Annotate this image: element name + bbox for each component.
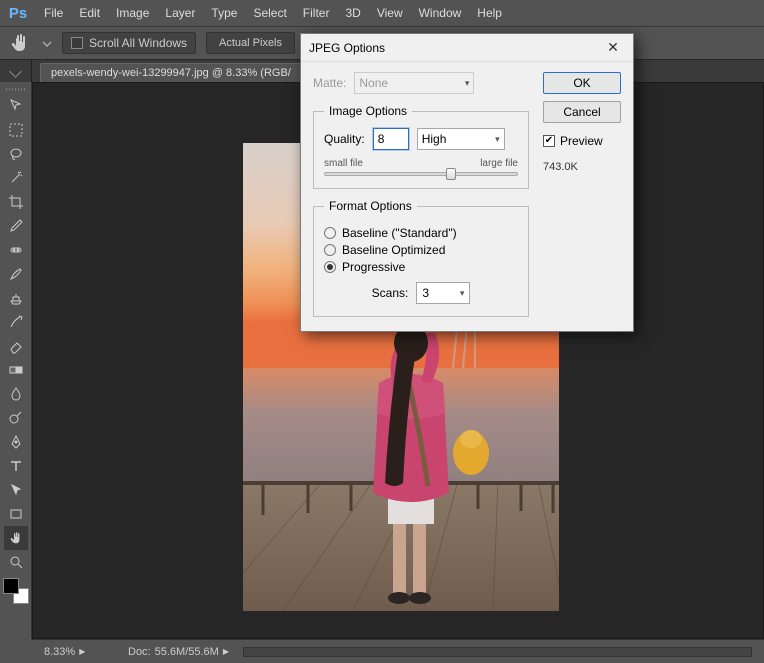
brush-tool-icon[interactable]: [4, 262, 28, 286]
menu-window[interactable]: Window: [419, 6, 462, 20]
quality-label: Quality:: [324, 132, 365, 146]
color-swatches[interactable]: [3, 578, 29, 604]
document-tab[interactable]: pexels-wendy-wei-13299947.jpg @ 8.33% (R…: [40, 63, 306, 82]
format-options-legend: Format Options: [324, 199, 417, 213]
tool-preset-dropdown-icon[interactable]: [42, 38, 52, 48]
zoom-dropdown-icon[interactable]: ▶: [79, 647, 85, 656]
image-options-group: Image Options Quality: High ▾ small file…: [313, 104, 529, 189]
close-icon[interactable]: ✕: [601, 36, 625, 60]
quality-preset-value: High: [422, 132, 447, 146]
radio-baseline-standard-label: Baseline ("Standard"): [342, 226, 457, 240]
quality-value-field[interactable]: [378, 132, 404, 146]
rectangle-tool-icon[interactable]: [4, 502, 28, 526]
document-size[interactable]: Doc: 55.6M/55.6M ▶: [128, 646, 229, 658]
pen-tool-icon[interactable]: [4, 430, 28, 454]
foreground-color-swatch[interactable]: [3, 578, 19, 594]
app-logo-icon: Ps: [8, 3, 28, 23]
doc-value: 55.6M/55.6M: [155, 646, 219, 658]
panel-grip-icon[interactable]: [2, 86, 30, 92]
tools-panel: [0, 82, 32, 639]
document-tab-label: pexels-wendy-wei-13299947.jpg @ 8.33% (R…: [51, 67, 291, 79]
slider-thumb-icon[interactable]: [446, 168, 456, 180]
menu-type[interactable]: Type: [211, 6, 237, 20]
image-options-legend: Image Options: [324, 104, 412, 118]
healing-brush-tool-icon[interactable]: [4, 238, 28, 262]
magic-wand-tool-icon[interactable]: [4, 166, 28, 190]
matte-dropdown: None ▾: [354, 72, 474, 94]
menu-filter[interactable]: Filter: [303, 6, 330, 20]
filesize-readout: 743.0K: [543, 161, 621, 173]
slider-small-label: small file: [324, 158, 363, 169]
chevron-down-icon: ▾: [460, 288, 465, 299]
scans-label: Scans:: [372, 286, 409, 300]
eraser-tool-icon[interactable]: [4, 334, 28, 358]
quality-slider[interactable]: [324, 172, 518, 176]
radio-progressive[interactable]: Progressive: [324, 260, 518, 274]
scroll-all-windows-label: Scroll All Windows: [89, 36, 187, 50]
preview-checkbox[interactable]: ✔ Preview: [543, 134, 621, 148]
cancel-button[interactable]: Cancel: [543, 101, 621, 123]
gradient-tool-icon[interactable]: [4, 358, 28, 382]
matte-label: Matte:: [313, 76, 346, 90]
clone-stamp-tool-icon[interactable]: [4, 286, 28, 310]
eyedropper-tool-icon[interactable]: [4, 214, 28, 238]
scans-dropdown[interactable]: 3 ▾: [416, 282, 470, 304]
menu-3d[interactable]: 3D: [345, 6, 360, 20]
jpeg-options-dialog: JPEG Options ✕ Matte: None ▾ Image Optio…: [300, 33, 634, 332]
status-strip: [243, 647, 752, 657]
marquee-tool-icon[interactable]: [4, 118, 28, 142]
radio-icon: [324, 244, 336, 256]
move-tool-icon[interactable]: [4, 94, 28, 118]
radio-baseline-optimized-label: Baseline Optimized: [342, 243, 445, 257]
lasso-tool-icon[interactable]: [4, 142, 28, 166]
menu-view[interactable]: View: [377, 6, 403, 20]
history-brush-tool-icon[interactable]: [4, 310, 28, 334]
zoom-value: 8.33%: [44, 646, 75, 658]
actual-pixels-button[interactable]: Actual Pixels: [206, 32, 295, 54]
dialog-titlebar[interactable]: JPEG Options ✕: [301, 34, 633, 62]
scans-value: 3: [422, 286, 429, 300]
slider-large-label: large file: [480, 158, 518, 169]
ok-button[interactable]: OK: [543, 72, 621, 94]
scroll-all-windows-checkbox[interactable]: Scroll All Windows: [62, 32, 196, 54]
dodge-tool-icon[interactable]: [4, 406, 28, 430]
checkbox-box-icon: [71, 37, 83, 49]
type-tool-icon[interactable]: [4, 454, 28, 478]
menu-help[interactable]: Help: [477, 6, 502, 20]
doc-label: Doc:: [128, 646, 151, 658]
menu-edit[interactable]: Edit: [79, 6, 100, 20]
doc-dropdown-icon[interactable]: ▶: [223, 647, 229, 656]
zoom-tool-icon[interactable]: [4, 550, 28, 574]
quality-input[interactable]: [373, 128, 409, 150]
radio-icon: [324, 261, 336, 273]
hand-tool-icon[interactable]: [4, 526, 28, 550]
chevron-down-icon: ▾: [459, 78, 470, 89]
dialog-title: JPEG Options: [309, 41, 601, 55]
quality-preset-dropdown[interactable]: High ▾: [417, 128, 505, 150]
radio-baseline-optimized[interactable]: Baseline Optimized: [324, 243, 518, 257]
chevron-down-icon: ▾: [489, 134, 500, 145]
checkbox-checked-icon: ✔: [543, 135, 555, 147]
matte-value: None: [359, 76, 388, 90]
menu-bar: Ps File Edit Image Layer Type Select Fil…: [0, 0, 764, 26]
radio-baseline-standard[interactable]: Baseline ("Standard"): [324, 226, 518, 240]
zoom-level[interactable]: 8.33% ▶: [44, 646, 114, 658]
radio-icon: [324, 227, 336, 239]
format-options-group: Format Options Baseline ("Standard") Bas…: [313, 199, 529, 317]
path-selection-tool-icon[interactable]: [4, 478, 28, 502]
preview-label: Preview: [560, 134, 603, 148]
menu-select[interactable]: Select: [253, 6, 286, 20]
tab-scroll-icon[interactable]: [0, 60, 32, 82]
blur-tool-icon[interactable]: [4, 382, 28, 406]
crop-tool-icon[interactable]: [4, 190, 28, 214]
menu-image[interactable]: Image: [116, 6, 149, 20]
hand-tool-icon[interactable]: [8, 33, 32, 53]
menu-file[interactable]: File: [44, 6, 63, 20]
status-bar: 8.33% ▶ Doc: 55.6M/55.6M ▶: [32, 639, 764, 663]
radio-progressive-label: Progressive: [342, 260, 405, 274]
menu-layer[interactable]: Layer: [165, 6, 195, 20]
